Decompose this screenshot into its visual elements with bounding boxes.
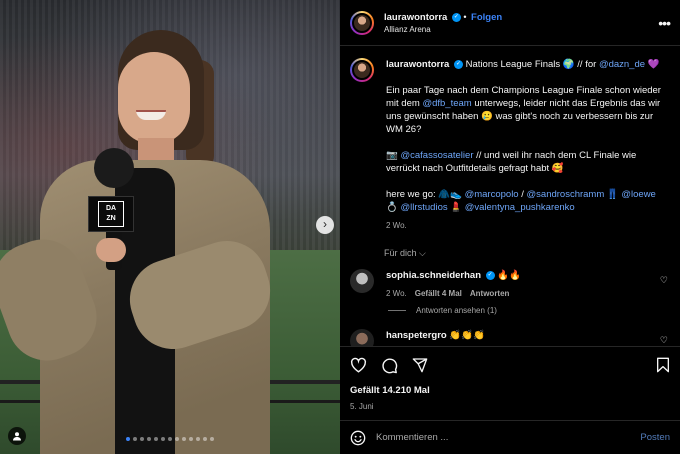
comment-icon[interactable] — [381, 357, 398, 374]
view-replies-button[interactable]: Antworten ansehen (1) — [388, 306, 670, 315]
mention-link[interactable]: @valentyna_pushkarenko — [465, 202, 575, 213]
follow-button[interactable]: Folgen — [471, 12, 502, 23]
comments-scroll[interactable]: laurawontorra ✓ Nations League Finals 🌍 … — [340, 46, 680, 346]
comment-avatar[interactable] — [350, 329, 374, 346]
carousel-dot — [182, 437, 186, 441]
mention-link[interactable]: @dfb_team — [422, 98, 471, 109]
comment-composer: Posten — [340, 420, 680, 454]
caption-age: 2 Wo. — [386, 221, 407, 230]
carousel-dot — [161, 437, 165, 441]
tagged-users-button[interactable] — [8, 427, 26, 445]
mic-flag: DA ZN — [88, 196, 134, 232]
carousel-dot — [154, 437, 158, 441]
verified-badge-icon: ✓ — [454, 59, 463, 69]
mention-link[interactable]: @marcopolo — [465, 189, 519, 200]
carousel-indicator — [0, 437, 340, 441]
comment: hanspetergro 👏👏👏 ♡ — [350, 329, 670, 346]
carousel-dot — [147, 437, 151, 441]
comment-username[interactable]: sophia.schneiderhan — [386, 270, 481, 281]
comment-input[interactable] — [376, 432, 641, 443]
dazn-logo: DA ZN — [98, 201, 124, 227]
like-count[interactable]: Gefällt 14.210 Mal — [350, 385, 670, 396]
more-options-icon[interactable]: ••• — [658, 15, 671, 31]
post-comment-button[interactable]: Posten — [640, 432, 670, 443]
carousel-dot — [133, 437, 137, 441]
heart-icon[interactable] — [350, 357, 367, 373]
carousel-dot — [203, 437, 207, 441]
caption-avatar[interactable] — [350, 58, 374, 82]
presenter: DA ZN — [0, 0, 340, 454]
verified-badge-icon: ✓ — [485, 270, 495, 280]
comment-like-icon[interactable]: ♡ — [660, 275, 668, 286]
share-icon[interactable] — [412, 357, 428, 373]
carousel-dot — [140, 437, 144, 441]
post-panel: laurawontorra ✓ • Folgen Allianz Arena •… — [340, 0, 680, 454]
reply-button[interactable]: Antworten — [470, 289, 510, 298]
post-header: laurawontorra ✓ • Folgen Allianz Arena •… — [340, 0, 680, 46]
mention-link[interactable]: @sandroschramm — [527, 189, 605, 200]
carousel-dot — [196, 437, 200, 441]
carousel-dot — [126, 437, 130, 441]
comment: sophia.schneiderhan ✓ 🔥🔥 2 Wo. Gefällt 4… — [350, 269, 670, 298]
translate-toggle[interactable]: Für dich ⌵ — [384, 248, 670, 259]
post-image[interactable]: DA ZN › — [0, 0, 340, 454]
mention-link[interactable]: @llrstudios — [400, 202, 447, 213]
verified-badge-icon: ✓ — [451, 12, 461, 22]
comment-avatar[interactable] — [350, 269, 374, 293]
comment-text: 🔥🔥 — [497, 270, 521, 281]
caption: laurawontorra ✓ Nations League Finals 🌍 … — [350, 58, 670, 232]
mention-link[interactable]: @cafassosatelier — [400, 150, 473, 161]
author-username[interactable]: laurawontorra — [384, 12, 447, 23]
comment-text: 👏👏👏 — [449, 330, 485, 341]
microphone — [94, 148, 134, 188]
post-actions: Gefällt 14.210 Mal 5. Juni — [340, 346, 680, 420]
bookmark-icon[interactable] — [656, 357, 670, 373]
mention-link[interactable]: @dazn_de — [599, 59, 645, 70]
carousel-dot — [175, 437, 179, 441]
comment-username[interactable]: hanspetergro — [386, 330, 447, 341]
mention-link[interactable]: @loewe — [621, 189, 655, 200]
carousel-dot — [210, 437, 214, 441]
caption-username[interactable]: laurawontorra — [386, 59, 449, 70]
avatar[interactable] — [350, 10, 374, 35]
emoji-icon[interactable] — [350, 430, 366, 446]
location-link[interactable]: Allianz Arena — [384, 25, 658, 34]
carousel-dot — [168, 437, 172, 441]
comment-likes[interactable]: Gefällt 4 Mal — [415, 289, 462, 298]
comment-like-icon[interactable]: ♡ — [660, 335, 668, 346]
comment-age: 2 Wo. — [386, 289, 407, 298]
next-image-button[interactable]: › — [316, 216, 334, 234]
post-date: 5. Juni — [350, 402, 374, 411]
carousel-dot — [189, 437, 193, 441]
